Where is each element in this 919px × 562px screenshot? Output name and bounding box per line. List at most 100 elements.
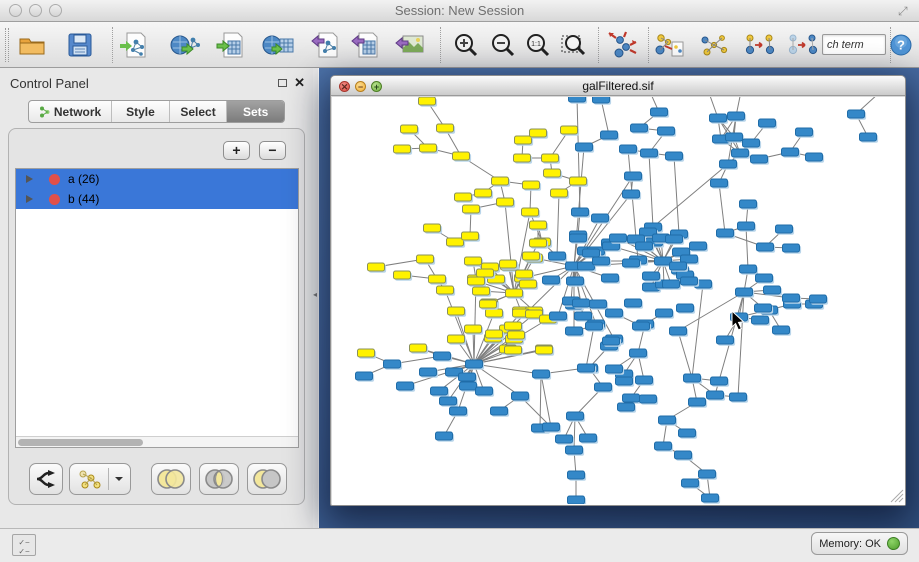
tab-sets[interactable]: Sets [227, 101, 284, 122]
network-node-blue[interactable] [670, 262, 687, 270]
fullscreen-icon[interactable]: ⤢ [898, 4, 912, 18]
network-node-yellow[interactable] [368, 263, 385, 271]
network-node-blue[interactable] [543, 423, 560, 431]
set-row-b[interactable]: b (44) [16, 189, 298, 209]
network-node-blue[interactable] [752, 316, 769, 324]
search-input[interactable] [822, 34, 886, 55]
network-node-blue[interactable] [625, 299, 642, 307]
network-node-blue[interactable] [567, 277, 584, 285]
network-node-blue[interactable] [567, 412, 584, 420]
network-node-blue[interactable] [440, 397, 457, 405]
network-node-yellow[interactable] [480, 300, 497, 308]
network-node-blue[interactable] [620, 145, 637, 153]
network-node-yellow[interactable] [463, 205, 480, 213]
network-node-yellow[interactable] [551, 189, 568, 197]
network-node-blue[interactable] [728, 112, 745, 120]
network-node-blue[interactable] [717, 229, 734, 237]
network-node-yellow[interactable] [424, 224, 441, 232]
difference-sets-button[interactable] [247, 463, 287, 495]
network-node-blue[interactable] [663, 280, 680, 288]
network-node-blue[interactable] [711, 377, 728, 385]
tab-select[interactable]: Select [170, 101, 228, 122]
network-node-blue[interactable] [436, 432, 453, 440]
network-node-blue[interactable] [666, 235, 683, 243]
network-node-blue[interactable] [583, 249, 600, 257]
network-node-yellow[interactable] [530, 129, 547, 137]
network-node-blue[interactable] [658, 127, 675, 135]
network-node-blue[interactable] [675, 451, 692, 459]
import-table-file-button[interactable] [215, 30, 247, 60]
network-node-blue[interactable] [356, 372, 373, 380]
network-node-blue[interactable] [757, 243, 774, 251]
help-button[interactable]: ? [888, 30, 914, 60]
network-node-blue[interactable] [651, 108, 668, 116]
network-node-blue[interactable] [618, 403, 635, 411]
apply-layout-button[interactable] [606, 30, 638, 60]
network-node-blue[interactable] [636, 242, 653, 250]
memory-status-button[interactable]: Memory: OK [811, 532, 908, 555]
network-node-blue[interactable] [566, 446, 583, 454]
network-node-blue[interactable] [670, 327, 687, 335]
network-node-yellow[interactable] [465, 257, 482, 265]
create-set-from-network-button[interactable] [69, 463, 131, 495]
network-node-yellow[interactable] [447, 238, 464, 246]
network-node-yellow[interactable] [523, 252, 540, 260]
network-node-blue[interactable] [711, 179, 728, 187]
export-table-button[interactable] [350, 30, 382, 60]
network-from-selection-button[interactable] [653, 30, 685, 60]
new-network-from-selected-button[interactable] [743, 30, 775, 60]
network-node-blue[interactable] [397, 382, 414, 390]
network-node-blue[interactable] [702, 494, 719, 502]
network-node-yellow[interactable] [520, 280, 537, 288]
network-node-blue[interactable] [679, 429, 696, 437]
network-node-blue[interactable] [556, 435, 573, 443]
export-network-button[interactable] [310, 30, 342, 60]
network-node-blue[interactable] [466, 360, 483, 368]
network-node-yellow[interactable] [437, 124, 454, 132]
network-node-yellow[interactable] [358, 349, 375, 357]
network-node-blue[interactable] [431, 387, 448, 395]
network-node-blue[interactable] [476, 387, 493, 395]
network-node-blue[interactable] [593, 97, 610, 103]
zoom-out-button[interactable] [487, 30, 519, 60]
network-node-yellow[interactable] [561, 126, 578, 134]
network-node-blue[interactable] [566, 327, 583, 335]
network-node-yellow[interactable] [505, 346, 522, 354]
zoom-in-button[interactable] [450, 30, 482, 60]
network-node-yellow[interactable] [530, 239, 547, 247]
network-node-blue[interactable] [643, 272, 660, 280]
network-node-blue[interactable] [603, 337, 620, 345]
panel-splitter[interactable]: ◂ [313, 68, 319, 528]
network-node-blue[interactable] [601, 131, 618, 139]
network-node-blue[interactable] [592, 214, 609, 222]
export-image-button[interactable] [394, 30, 426, 60]
network-node-blue[interactable] [570, 234, 587, 242]
network-node-blue[interactable] [717, 336, 734, 344]
float-panel-icon[interactable] [278, 79, 287, 87]
network-node-blue[interactable] [730, 393, 747, 401]
remove-set-button[interactable]: − [259, 141, 286, 160]
network-node-yellow[interactable] [429, 275, 446, 283]
network-node-blue[interactable] [593, 257, 610, 265]
network-node-blue[interactable] [690, 242, 707, 250]
network-node-blue[interactable] [623, 259, 640, 267]
network-node-blue[interactable] [606, 365, 623, 373]
network-node-yellow[interactable] [419, 97, 436, 105]
network-node-blue[interactable] [659, 416, 676, 424]
network-node-blue[interactable] [738, 222, 755, 230]
network-node-yellow[interactable] [497, 198, 514, 206]
network-node-blue[interactable] [755, 304, 772, 312]
close-panel-icon[interactable]: ✕ [294, 75, 305, 91]
network-node-blue[interactable] [459, 373, 476, 381]
network-node-yellow[interactable] [417, 255, 434, 263]
network-node-blue[interactable] [384, 360, 401, 368]
network-node-blue[interactable] [656, 309, 673, 317]
network-node-yellow[interactable] [523, 181, 540, 189]
network-node-blue[interactable] [783, 294, 800, 302]
network-node-blue[interactable] [549, 252, 566, 260]
network-node-blue[interactable] [616, 377, 633, 385]
network-node-blue[interactable] [640, 395, 657, 403]
network-node-blue[interactable] [682, 479, 699, 487]
network-node-blue[interactable] [595, 383, 612, 391]
network-node-blue[interactable] [710, 114, 727, 122]
